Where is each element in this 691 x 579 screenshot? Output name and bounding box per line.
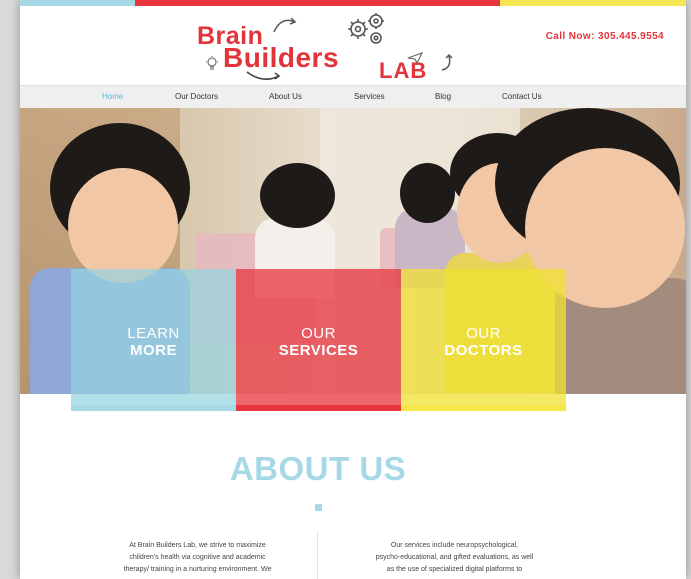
about-text-line: therapy/ training in a nurturing environ… <box>123 566 272 573</box>
about-text-line: Our services include neuropsychological, <box>390 542 519 549</box>
nav-item-services[interactable]: Services <box>354 92 385 101</box>
curved-arrow-icon <box>246 71 281 80</box>
website-page: Brain Builders LAB Call Now: 305.445.955… <box>20 0 686 579</box>
nav-item-blog[interactable]: Blog <box>435 92 451 101</box>
paper-plane-icon <box>407 52 423 64</box>
panel-line2: DOCTORS <box>444 342 523 359</box>
panel-line1: LEARN <box>127 325 180 342</box>
main-navigation: Home Our Doctors About Us Services Blog … <box>20 85 686 109</box>
stripe-red <box>135 0 500 6</box>
nav-item-our-doctors[interactable]: Our Doctors <box>175 92 218 101</box>
panel-bottom-bar <box>401 405 566 411</box>
our-services-panel[interactable]: OUR SERVICES <box>236 269 401 411</box>
call-now-phone[interactable]: Call Now: 305.445.9554 <box>546 31 664 42</box>
swoosh-arrow-icon <box>273 17 297 33</box>
about-us-heading: ABOUT US <box>229 450 407 487</box>
about-text-line: psycho-educational, and gifted evaluatio… <box>375 554 534 561</box>
gears-icon <box>348 13 384 44</box>
our-doctors-panel[interactable]: OUR DOCTORS <box>401 269 566 411</box>
panel-line1: OUR <box>301 325 336 342</box>
about-text-line: as the use of specialized digital platfo… <box>386 566 523 573</box>
column-divider <box>317 532 318 579</box>
nav-item-home[interactable]: Home <box>102 92 123 101</box>
nav-item-about-us[interactable]: About Us <box>269 92 302 101</box>
about-text-right: Our services include neuropsychological,… <box>347 540 562 576</box>
about-text-line: children's health via cognitive and acad… <box>129 554 266 561</box>
about-text-left: At Brain Builders Lab, we strive to maxi… <box>90 540 305 576</box>
panel-bottom-bar <box>71 405 236 411</box>
about-text-line: At Brain Builders Lab, we strive to maxi… <box>129 542 266 549</box>
return-arrow-icon <box>441 53 453 71</box>
brain-builders-lab-logo[interactable]: Brain Builders LAB <box>195 12 455 84</box>
panel-line1: OUR <box>466 325 501 342</box>
about-divider-square <box>315 504 322 511</box>
panel-line2: MORE <box>130 342 177 359</box>
learn-more-panel[interactable]: LEARN MORE <box>71 269 236 411</box>
panel-line2: SERVICES <box>278 342 359 359</box>
stripe-yellow <box>500 0 686 6</box>
top-color-stripe <box>20 0 686 6</box>
panel-bottom-bar <box>236 405 401 411</box>
lightbulb-icon <box>206 56 218 70</box>
nav-item-contact-us[interactable]: Contact Us <box>502 92 542 101</box>
stripe-blue <box>20 0 135 6</box>
